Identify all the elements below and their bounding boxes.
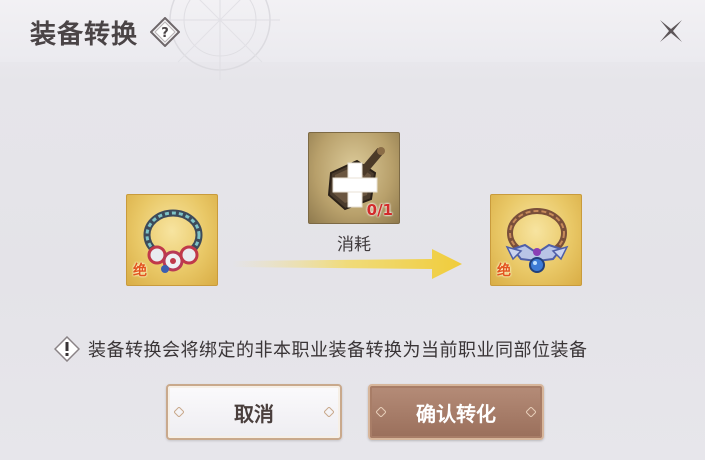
result-item-slot[interactable]: 绝 (490, 194, 582, 286)
source-item-slot[interactable]: 绝 (126, 194, 218, 286)
confirm-conversion-button[interactable]: 确认转化 (368, 384, 544, 440)
help-icon[interactable]: ? (150, 17, 180, 47)
material-item-slot[interactable]: 0/1 (308, 132, 400, 224)
grade-badge: 绝 (497, 263, 511, 279)
equipment-conversion-dialog: 装备转换 ? 绝 0/1 消耗 绝 装备转换会将绑定的非本职业装备转换为当前职业… (0, 0, 705, 460)
button-ornament-icon (174, 407, 184, 417)
cancel-button[interactable]: 取消 (166, 384, 342, 440)
material-count: 0/1 (366, 201, 393, 219)
cancel-button-label: 取消 (234, 401, 274, 426)
conversion-notice: 装备转换会将绑定的非本职业装备转换为当前职业同部位装备 (54, 334, 588, 364)
button-ornament-icon (376, 407, 386, 417)
grade-badge: 绝 (133, 263, 147, 279)
warning-diamond-icon (54, 336, 80, 362)
right-arrow-icon (232, 249, 462, 279)
notice-text: 装备转换会将绑定的非本职业装备转换为当前职业同部位装备 (88, 340, 588, 361)
confirm-button-label: 确认转化 (416, 401, 496, 426)
close-icon[interactable] (656, 16, 686, 46)
svg-text:?: ? (161, 26, 169, 41)
button-ornament-icon (526, 407, 536, 417)
dialog-title: 装备转换 (30, 20, 139, 50)
button-ornament-icon (324, 407, 334, 417)
